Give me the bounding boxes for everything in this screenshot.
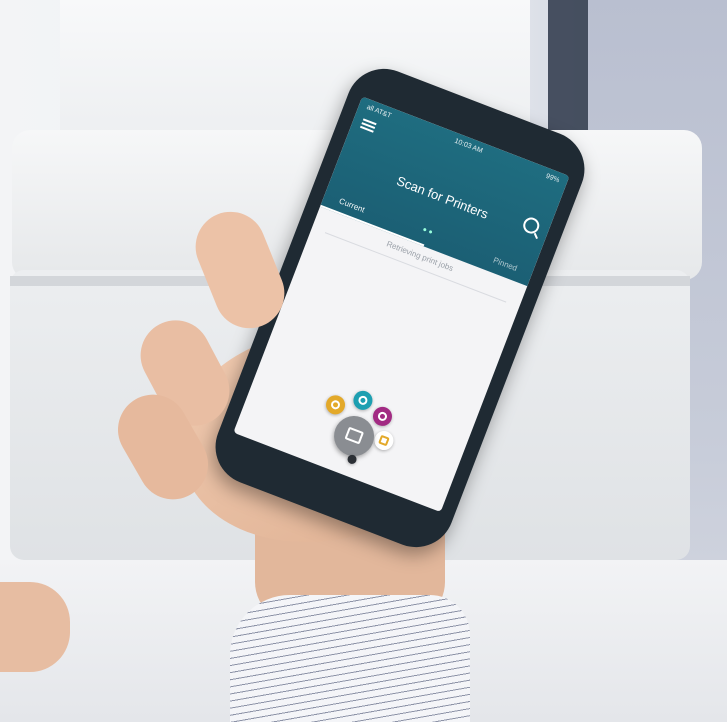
fab-menu [289,363,428,496]
hamburger-menu-icon[interactable] [359,118,377,133]
status-time: 10:03 AM [453,137,484,155]
left-hand [0,582,70,672]
fab-delete-icon[interactable] [350,388,376,413]
striped-shirt-sleeve [230,595,470,722]
app-header: all AT&T 10:03 AM 99% Scan for Printers … [320,96,570,287]
tab-pinned[interactable]: Pinned [492,256,518,273]
fab-refresh-icon[interactable] [370,404,395,429]
battery-level: 99% [544,172,561,185]
fab-document-icon[interactable] [371,428,397,453]
photo-scene: all AT&T 10:03 AM 99% Scan for Printers … [0,0,727,722]
tab-current[interactable]: Current [338,196,366,214]
carrier-signal: all AT&T [365,103,393,120]
background-window-frame [548,0,588,150]
fab-copy-icon[interactable] [323,392,348,418]
